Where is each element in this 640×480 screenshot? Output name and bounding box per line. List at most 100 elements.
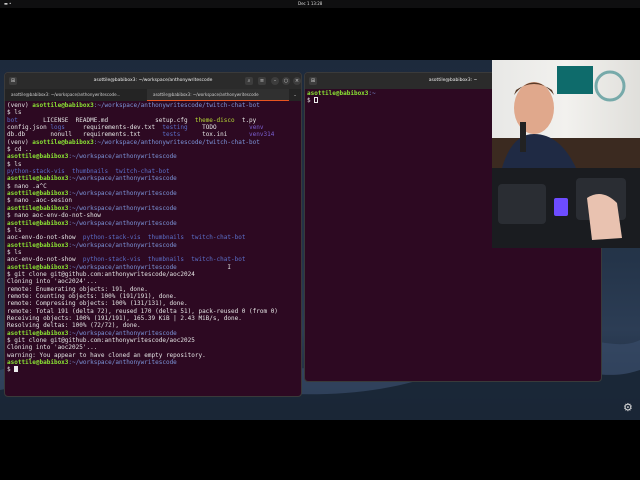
terminal-line: asottile@babibox3:~/workspace/anthonywri…: [7, 330, 300, 337]
terminal-text: $ ls: [7, 109, 22, 117]
terminal-text: Cloning into 'aoc2024'...: [7, 278, 98, 286]
terminal-line: remote: Enumerating objects: 191, done.: [7, 286, 300, 293]
left-terminal-titlebar[interactable]: ⊞ asottile@babibox3: ~/workspace/anthony…: [5, 73, 301, 89]
terminal-text: twitch-chat-bot: [191, 256, 246, 264]
new-tab-icon[interactable]: ⊞: [9, 77, 17, 85]
terminal-text: :~/workspace/anthonywritescode/twitch-ch…: [93, 138, 260, 146]
webcam-overlay: [492, 60, 640, 168]
terminal-line: asottile@babibox3:~/workspace/anthonywri…: [7, 153, 300, 160]
terminal-line: asottile@babibox3:~/workspace/anthonywri…: [7, 359, 300, 366]
cursor: [14, 366, 19, 373]
terminal-text: aoc-env-do-not-show: [7, 234, 83, 242]
terminal-text: :~/workspace/anthonywritescode: [68, 219, 177, 227]
clock[interactable]: Dec 1 13:28: [298, 0, 322, 8]
terminal-line: $ ls: [7, 109, 300, 116]
terminal-text: :~/workspace/anthonywritescode: [68, 359, 177, 367]
terminal-text: (venv): [7, 138, 33, 146]
terminal-line: warning: You appear to have cloned an em…: [7, 352, 300, 359]
terminal-text: thumbnails: [147, 234, 185, 242]
keyboard-image: [498, 178, 626, 240]
terminal-line: asottile@babibox3:~/workspace/anthonywri…: [7, 264, 300, 271]
terminal-text: logs: [50, 124, 65, 132]
terminal-line: $ ls: [7, 161, 300, 168]
window-title: asottile@babibox3: ~: [428, 78, 478, 83]
terminal-line: $ ls: [7, 227, 300, 234]
terminal-text: :~/workspace/anthonywritescode: [68, 263, 177, 271]
terminal-text: venv314: [249, 131, 275, 139]
terminal-text: :~/workspace/anthonywritescode: [68, 204, 177, 212]
terminal-text: $ ls: [7, 226, 22, 234]
terminal-line: $ git clone git@github.com:anthonywrites…: [7, 271, 300, 278]
keyboard-camera-overlay: [492, 168, 640, 248]
tab-label: asottile@babibox3: ~/workspace/anthonywr…: [11, 92, 121, 97]
terminal-line: asottile@babibox3:~/workspace/anthonywri…: [7, 205, 300, 212]
terminal-text: Receiving objects: 100% (191/191), 165.3…: [7, 314, 242, 322]
terminal-text: python-stack-vis: [82, 256, 141, 264]
terminal-text: t.py: [234, 116, 257, 124]
terminal-line: aoc-env-do-not-show python-stack-vis thu…: [7, 234, 300, 241]
terminal-line: remote: Compressing objects: 100% (131/1…: [7, 300, 300, 307]
terminal-text: requirements-dev.txt: [64, 124, 163, 132]
terminal-text: bot: [7, 116, 18, 124]
terminal-line: $ nano .a^C: [7, 183, 300, 190]
search-icon[interactable]: ⌕: [245, 77, 253, 85]
terminal-text: (venv): [7, 102, 33, 109]
terminal-line: $ git clone git@github.com:anthonywrites…: [7, 337, 300, 344]
terminal-line: asottile@babibox3:~/workspace/anthonywri…: [7, 242, 300, 249]
terminal-text: TODO: [187, 124, 250, 132]
minimize-icon[interactable]: –: [271, 77, 279, 85]
terminal-line: Cloning into 'aoc2024'...: [7, 278, 300, 285]
terminal-text: $ ls: [7, 248, 22, 256]
terminal-line: $ nano .aoc-sesion: [7, 197, 300, 204]
terminal-text: db.db nonull requirements.txt: [7, 131, 163, 139]
terminal-text: LICENSE README.md setup.cfg: [17, 116, 195, 124]
tab-menu-icon[interactable]: ⌄: [289, 89, 301, 101]
tab-2[interactable]: asottile@babibox3: ~/workspace/anthonywr…: [147, 89, 289, 101]
terminal-text: I: [176, 263, 231, 271]
left-terminal-window[interactable]: ⊞ asottile@babibox3: ~/workspace/anthony…: [4, 72, 302, 397]
terminal-line: $ cd ..: [7, 146, 300, 153]
terminal-text: twitch-chat-bot: [115, 168, 170, 176]
terminal-text: thumbnails: [72, 168, 109, 176]
terminal-text: asottile@babibox3: [7, 241, 69, 249]
terminal-line: (venv) asottile@babibox3:~/workspace/ant…: [7, 102, 300, 109]
terminal-text: thumbnails: [147, 256, 185, 264]
system-top-bar: ▬ • Dec 1 13:28: [0, 0, 640, 8]
settings-icon[interactable]: ⚙: [623, 402, 635, 414]
terminal-text: $ nano .a^C: [7, 182, 47, 190]
terminal-text: aoc-env-do-not-show: [7, 256, 83, 264]
terminal-line: python-stack-vis thumbnails twitch-chat-…: [7, 168, 300, 175]
terminal-text: $: [7, 366, 15, 374]
maximize-icon[interactable]: ○: [282, 77, 290, 85]
terminal-text: asottile@babibox3: [7, 204, 69, 212]
terminal-text: $: [307, 97, 315, 105]
tab-label: asottile@babibox3: ~/workspace/anthonywr…: [153, 92, 259, 97]
terminal-text: :~/workspace/anthonywritescode/twitch-ch…: [93, 102, 260, 109]
new-tab-icon[interactable]: ⊞: [309, 77, 317, 85]
terminal-text: venv: [249, 124, 264, 132]
terminal-text: $ cd ..: [7, 146, 33, 154]
terminal-text: asottile@babibox3: [7, 263, 69, 271]
terminal-line: $: [7, 366, 300, 373]
menu-icon[interactable]: ≡: [258, 77, 266, 85]
terminal-line: remote: Counting objects: 100% (191/191)…: [7, 293, 300, 300]
terminal-text: $ nano aoc-env-do-not-show: [7, 212, 101, 220]
activities-indicator[interactable]: ▬ •: [4, 0, 11, 8]
terminal-output[interactable]: (venv) asottile@babibox3:~/workspace/ant…: [5, 101, 301, 374]
terminal-text: asottile@babibox3: [7, 329, 69, 337]
terminal-text: $ nano .aoc-sesion: [7, 197, 73, 205]
terminal-text: asottile@babibox3: [7, 359, 69, 367]
terminal-text: remote: Compressing objects: 100% (131/1…: [7, 300, 188, 308]
terminal-text: :~/workspace/anthonywritescode: [68, 241, 177, 249]
window-title: asottile@babibox3: ~/workspace/anthonywr…: [93, 78, 213, 83]
tab-1[interactable]: asottile@babibox3: ~/workspace/anthonywr…: [5, 89, 147, 101]
terminal-text: python-stack-vis: [7, 168, 65, 176]
terminal-text: Cloning into 'aoc2025'...: [7, 344, 98, 352]
terminal-text: tests: [162, 131, 181, 139]
terminal-text: remote: Total 191 (delta 72), reused 170…: [7, 307, 278, 315]
terminal-line: Receiving objects: 100% (191/191), 165.3…: [7, 315, 300, 322]
terminal-line: asottile@babibox3:~/workspace/anthonywri…: [7, 190, 300, 197]
close-icon[interactable]: ×: [293, 77, 301, 85]
